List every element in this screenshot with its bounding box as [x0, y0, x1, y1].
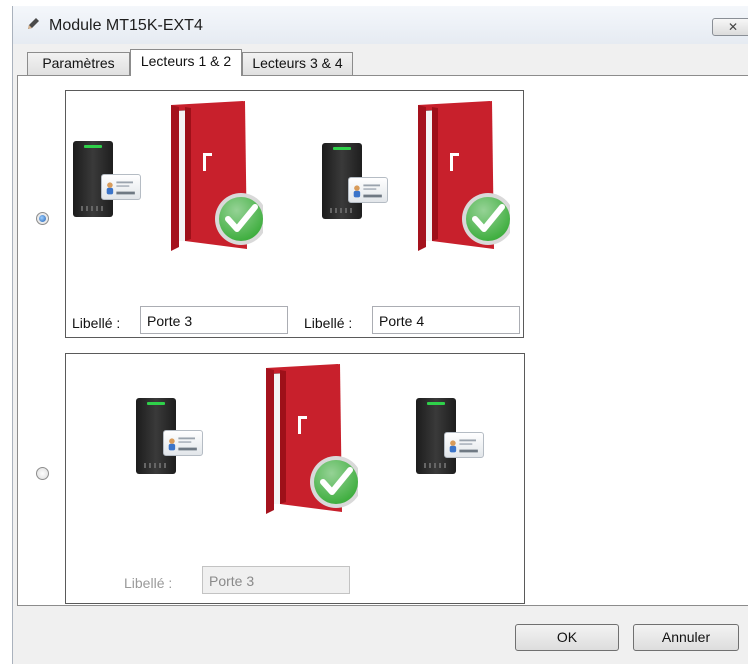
option-two-doors-box[interactable]: Libellé : Porte 3 Libellé : Porte 4	[65, 90, 524, 338]
ok-button[interactable]: OK	[515, 624, 619, 651]
option-two-doors-radio[interactable]	[36, 212, 49, 225]
close-button[interactable]: ✕	[712, 18, 748, 36]
tab-panel: Libellé : Porte 3 Libellé : Porte 4 Libe…	[17, 75, 748, 606]
window-title: Module MT15K-EXT4	[49, 17, 203, 34]
pencil-icon	[25, 16, 41, 32]
badge-card-icon	[444, 432, 484, 458]
option-single-door-box[interactable]: Libellé : Porte 3	[65, 353, 525, 604]
open-door-icon	[163, 101, 263, 251]
door-2-label: Libellé :	[304, 315, 353, 331]
door-label: Libellé :	[124, 575, 173, 591]
badge-card-icon	[348, 177, 388, 203]
dialog-window: Module MT15K-EXT4 ✕ Paramètres Lecteurs …	[12, 6, 748, 664]
radio-selected-dot	[39, 215, 46, 222]
open-door-icon	[410, 101, 510, 251]
close-icon: ✕	[728, 20, 739, 34]
door-2-name-field[interactable]: Porte 4	[372, 306, 520, 334]
badge-card-icon	[163, 430, 203, 456]
tab-strip: Paramètres Lecteurs 1 & 2 Lecteurs 3 & 4	[17, 49, 747, 76]
option-single-door-radio[interactable]	[36, 467, 49, 480]
tab-lecteurs-3-4[interactable]: Lecteurs 3 & 4	[242, 52, 353, 75]
title-bar: Module MT15K-EXT4 ✕	[13, 6, 748, 44]
tab-lecteurs-1-2[interactable]: Lecteurs 1 & 2	[130, 49, 242, 76]
badge-card-icon	[101, 174, 141, 200]
door-1-name-field[interactable]: Porte 3	[140, 306, 288, 334]
open-door-icon	[258, 364, 358, 514]
tab-parametres[interactable]: Paramètres	[27, 52, 130, 75]
door-name-field[interactable]: Porte 3	[202, 566, 350, 594]
door-1-label: Libellé :	[72, 315, 121, 331]
cancel-button[interactable]: Annuler	[633, 624, 739, 651]
